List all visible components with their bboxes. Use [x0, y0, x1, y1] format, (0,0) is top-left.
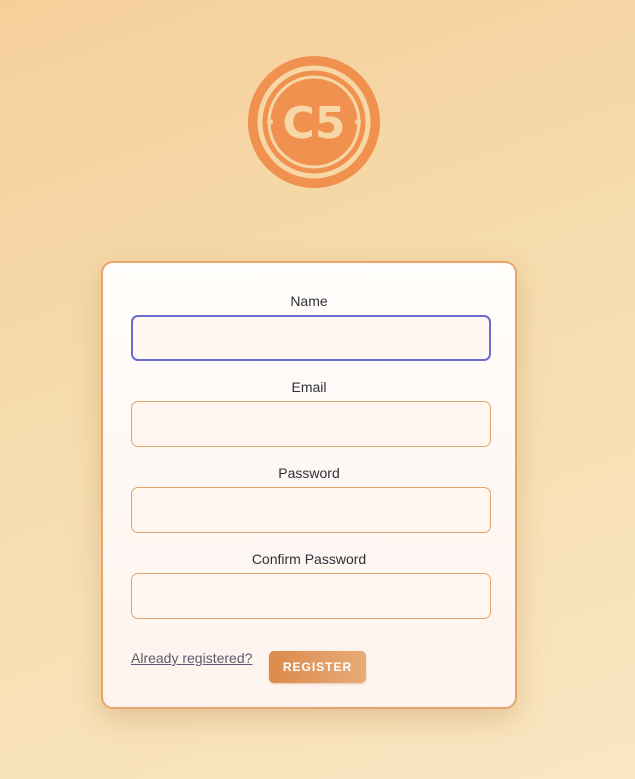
- password-label: Password: [278, 465, 340, 481]
- app-logo: C5: [246, 54, 382, 190]
- email-label: Email: [291, 379, 327, 395]
- name-label: Name: [290, 293, 328, 309]
- confirm-password-input[interactable]: [131, 573, 491, 619]
- already-registered-link[interactable]: Already registered?: [131, 650, 252, 666]
- name-input[interactable]: [131, 315, 491, 361]
- register-card: Name Email Password Confirm Password Alr…: [101, 261, 517, 709]
- confirm-password-label: Confirm Password: [251, 551, 367, 567]
- c5-logo-icon: C5: [248, 56, 380, 188]
- password-input[interactable]: [131, 487, 491, 533]
- register-button[interactable]: REGISTER: [269, 651, 366, 683]
- email-input[interactable]: [131, 401, 491, 447]
- logo-text: C5: [283, 98, 346, 149]
